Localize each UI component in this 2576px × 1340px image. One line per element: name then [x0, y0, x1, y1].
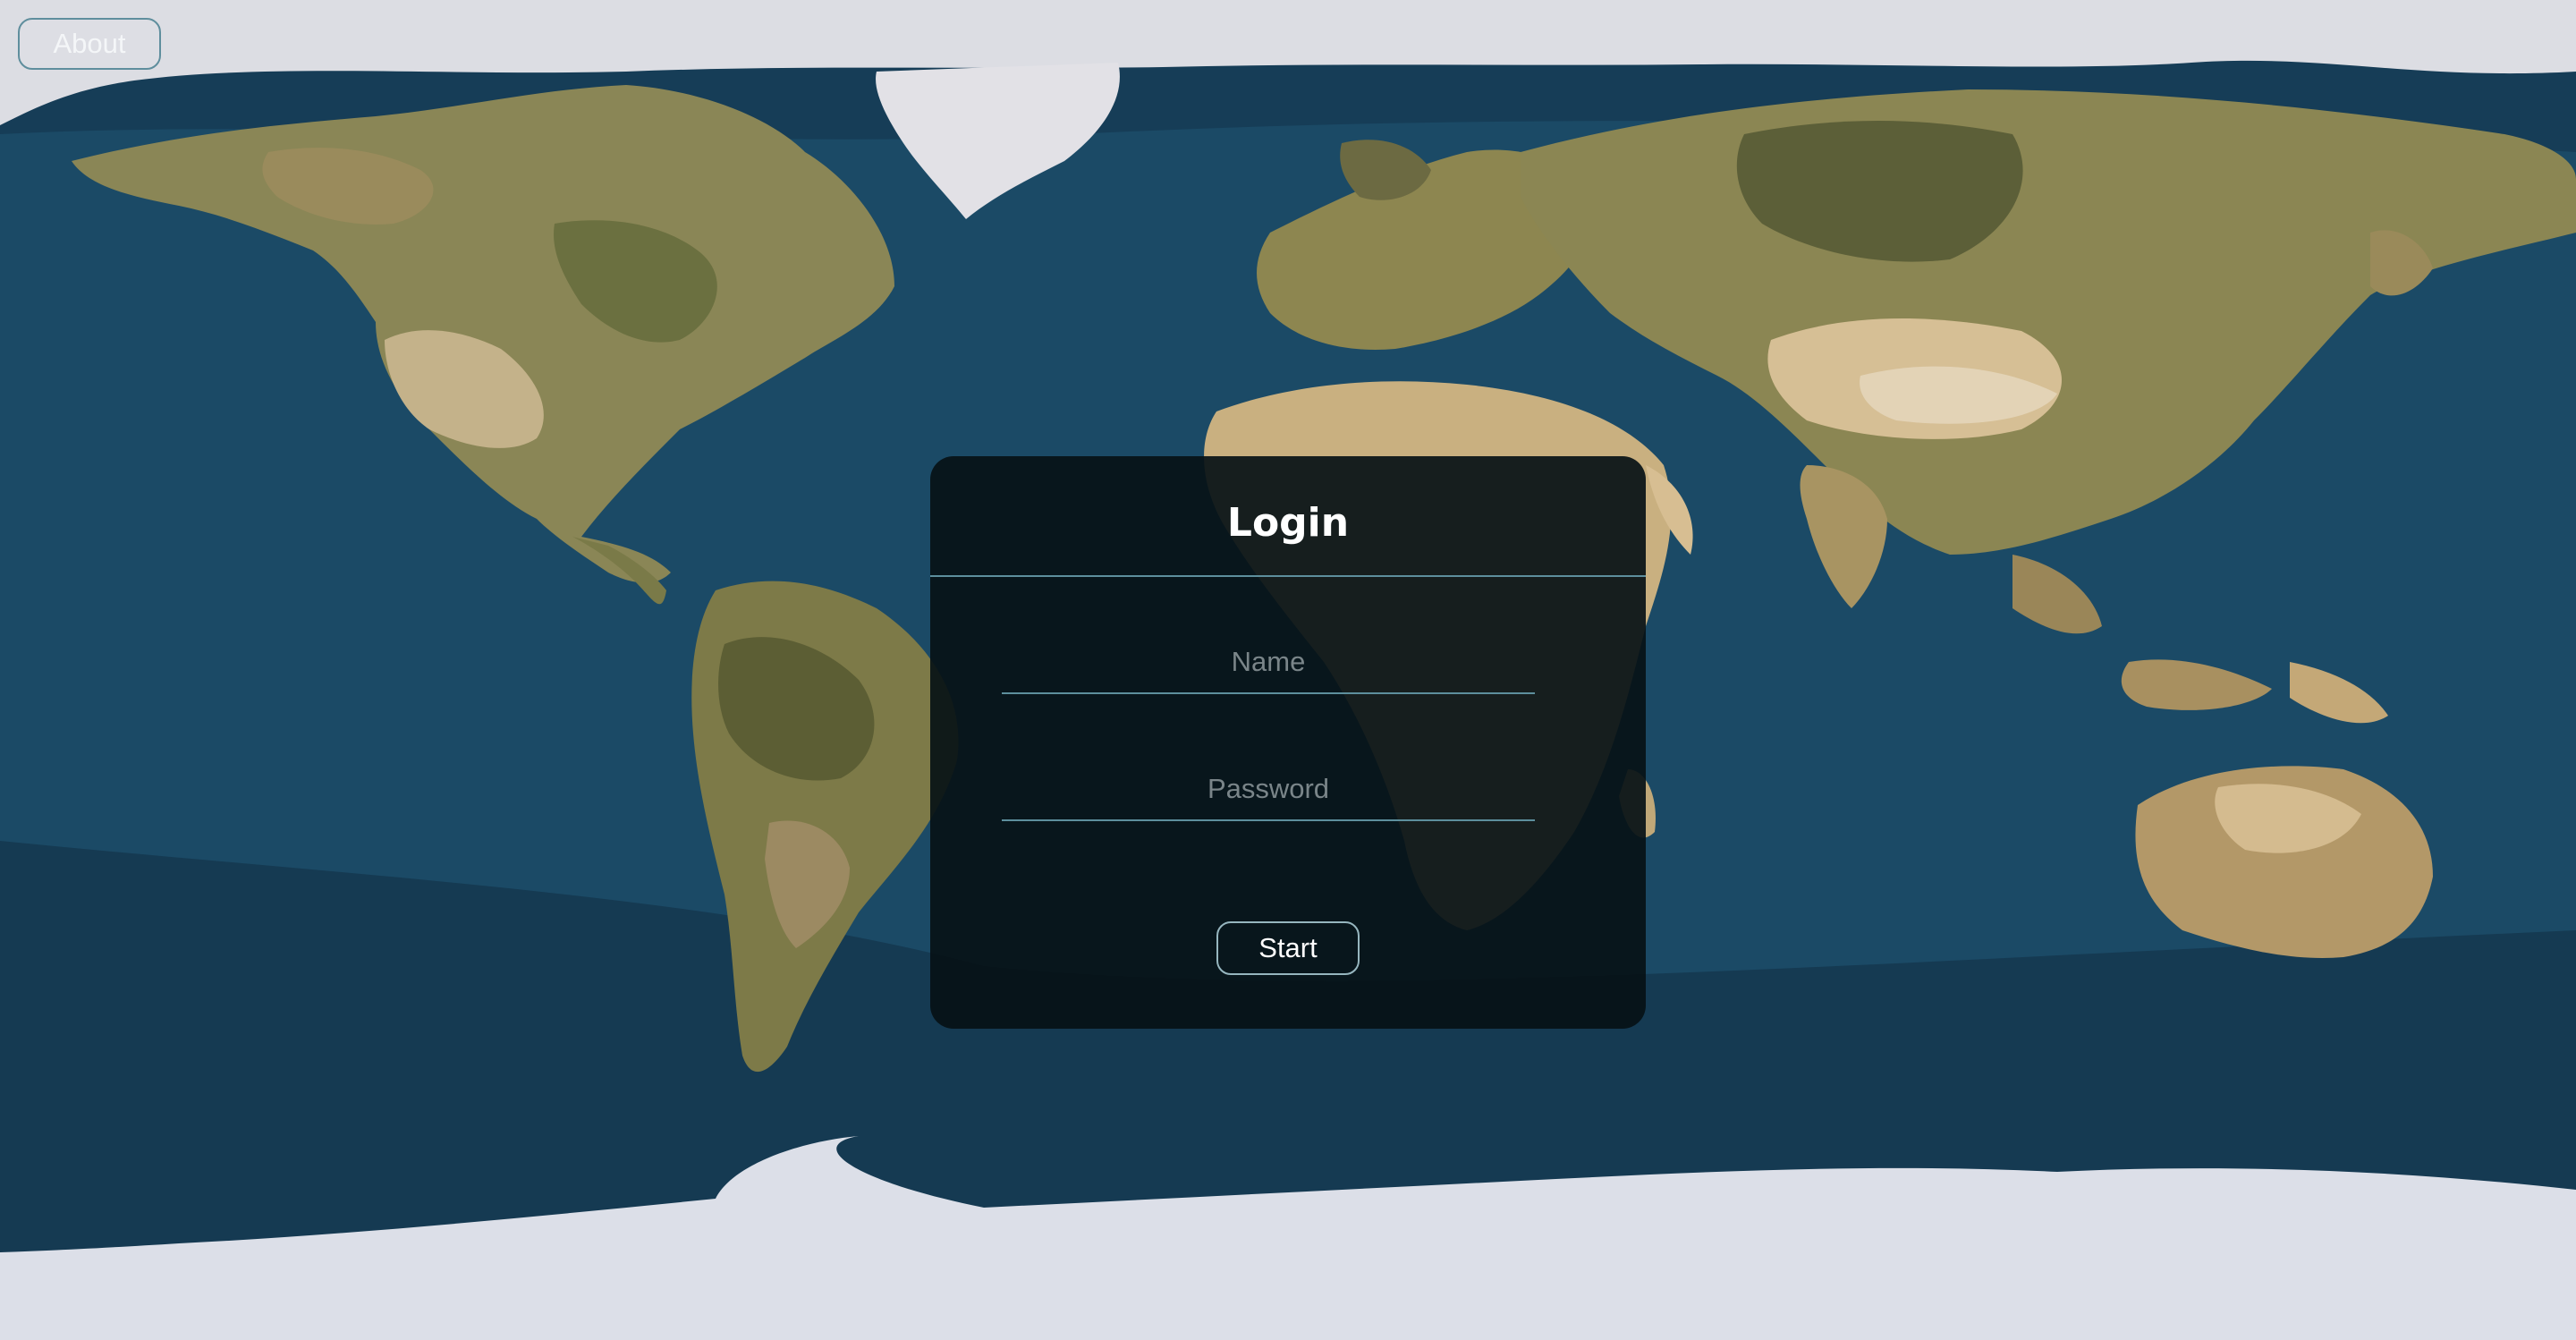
name-input[interactable] [1002, 632, 1535, 694]
password-input[interactable] [1002, 759, 1535, 821]
login-title: Login [1226, 500, 1350, 546]
login-page: About Login Start [0, 0, 2576, 1340]
login-card: Login Start [930, 456, 1646, 1029]
start-button[interactable]: Start [1216, 921, 1360, 975]
about-button[interactable]: About [18, 18, 161, 70]
title-divider [930, 575, 1646, 577]
